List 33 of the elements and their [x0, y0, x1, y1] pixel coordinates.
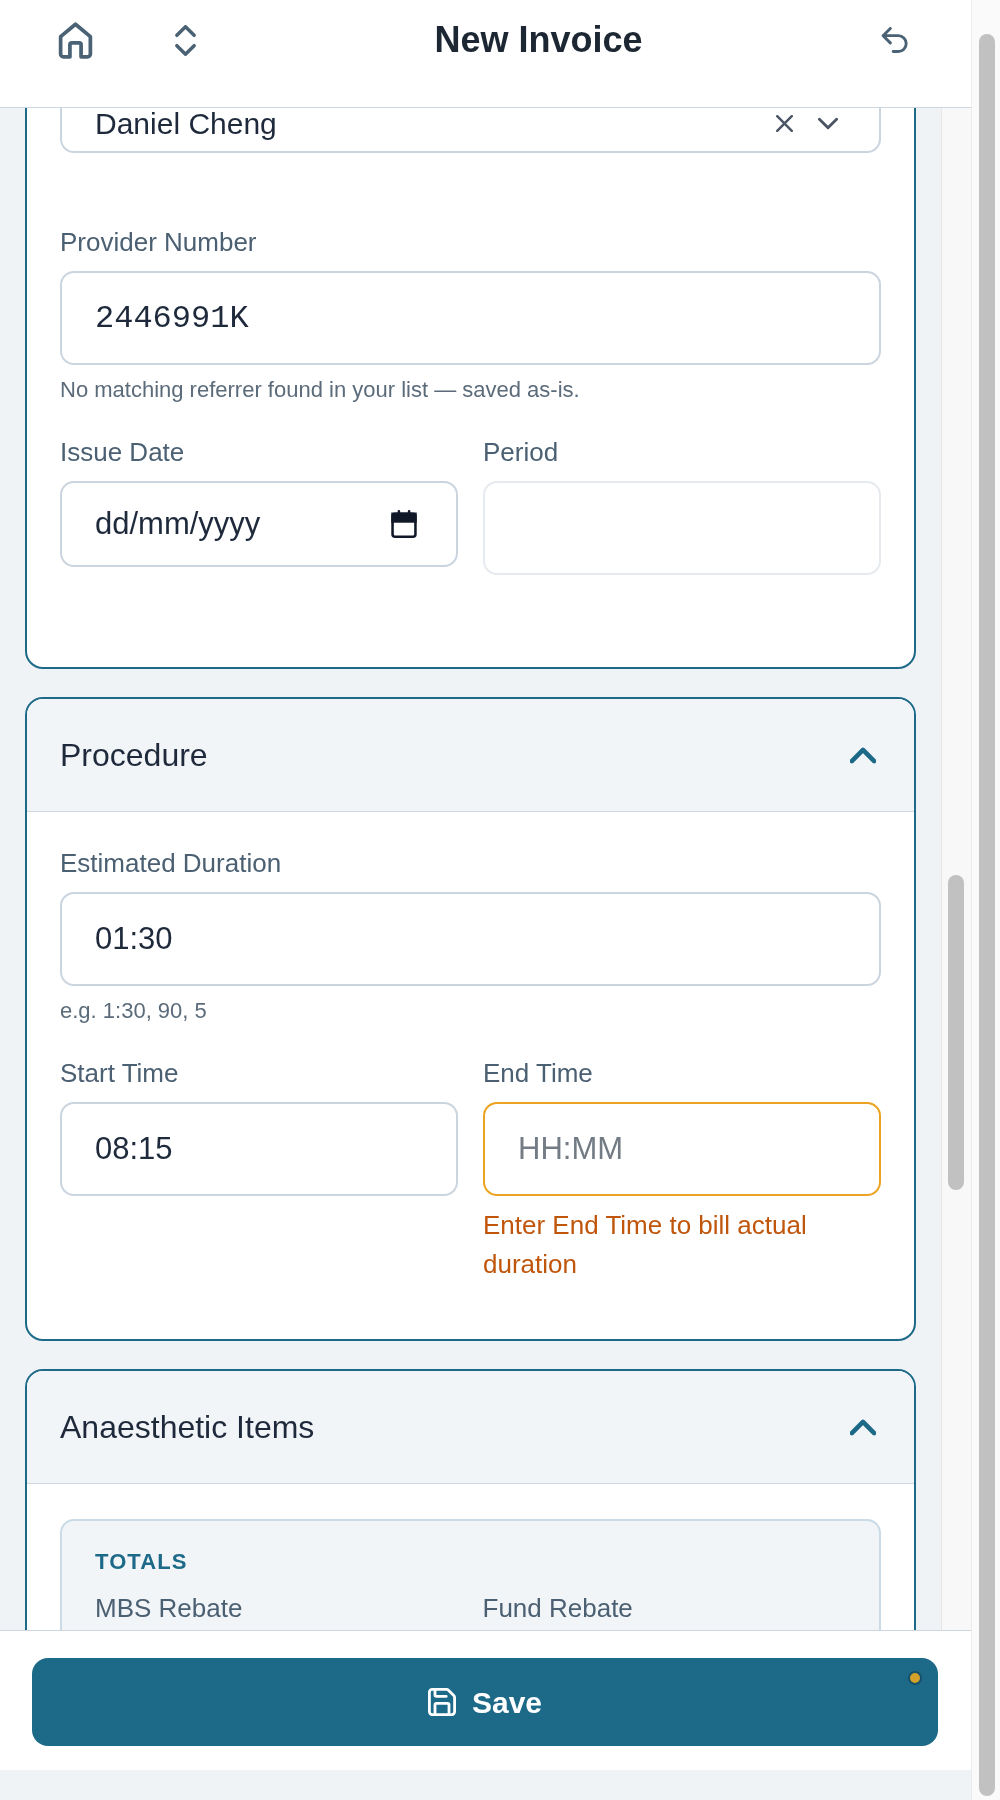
field-label: Start Time	[60, 1057, 180, 1089]
field-label: Issue Date	[60, 436, 186, 468]
close-icon[interactable]	[776, 115, 793, 132]
total-label: MBS Rebate	[95, 1593, 244, 1623]
field-label: Provider Number	[60, 226, 258, 258]
chevron-up-icon[interactable]	[850, 1418, 876, 1436]
input-field[interactable]: 01:30	[60, 892, 881, 986]
save-icon	[427, 1688, 456, 1716]
chevron-up-down-icon[interactable]	[174, 24, 197, 56]
section-title: Anaesthetic Items	[60, 1408, 315, 1447]
page-title: New Invoice	[434, 18, 643, 62]
total-label: Fund Rebate	[482, 1593, 634, 1623]
section-title: Procedure	[60, 736, 208, 775]
input-field[interactable]: 2446991K	[60, 271, 881, 365]
totals-heading: TOTALS	[95, 1548, 189, 1576]
input-field[interactable]: HH:MM	[483, 1102, 881, 1196]
calendar-icon[interactable]	[391, 510, 417, 538]
field-label: Estimated Duration	[60, 847, 283, 879]
chevron-down-icon[interactable]	[818, 117, 838, 130]
scrollbar-thumb[interactable]	[948, 875, 964, 1190]
helper-text: No matching referrer found in your list — saved as-is.	[60, 376, 581, 404]
helper-text: e.g. 1:30, 90, 5	[60, 997, 208, 1025]
input-field[interactable]: 08:15	[60, 1102, 458, 1196]
select-field[interactable]: Daniel Cheng	[60, 108, 881, 153]
chevron-up-icon[interactable]	[850, 746, 876, 764]
curved-arrow-icon[interactable]	[880, 27, 910, 53]
home-icon[interactable]	[58, 21, 93, 59]
date-field[interactable]: dd/mm/yyyy	[60, 481, 458, 567]
error-message: Enter End Time to bill actual duration	[483, 1209, 808, 1281]
field-label: End Time	[483, 1057, 594, 1089]
scrollbar-thumb[interactable]	[979, 34, 995, 1796]
field-label: Period	[483, 436, 560, 468]
save-button[interactable]: Save	[32, 1658, 938, 1746]
